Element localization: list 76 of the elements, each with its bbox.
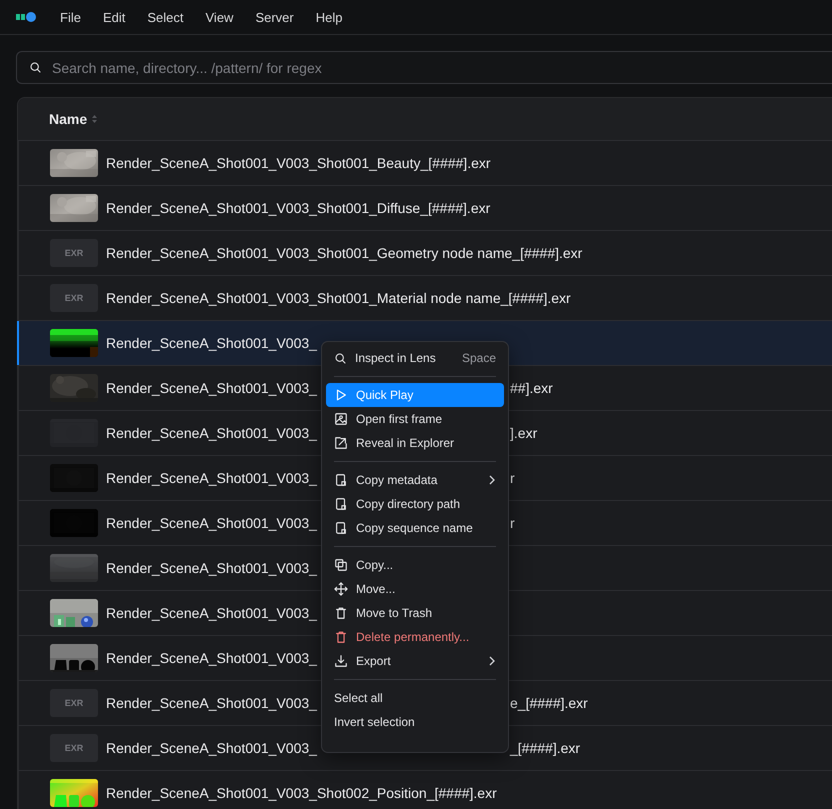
- menu-item[interactable]: Quick Play: [326, 383, 504, 407]
- trash-icon: [334, 606, 348, 620]
- menu-item[interactable]: Invert selection: [326, 710, 504, 734]
- menu-item[interactable]: Select: [138, 6, 192, 28]
- menu-item[interactable]: Move...: [326, 577, 504, 601]
- logo-icon: [16, 12, 37, 22]
- file-name[interactable]: Render_SceneA_Shot001_V003_: [106, 470, 317, 486]
- file-name: ##].exr: [510, 380, 553, 396]
- menu-label: Quick Play: [356, 388, 414, 402]
- file-name[interactable]: Render_SceneA_Shot001_V003_Shot001_Geometry node name_[####].exr: [106, 245, 582, 261]
- menu-label: Delete permanently...: [356, 630, 470, 644]
- external-link-icon: [334, 436, 348, 450]
- image-icon: [334, 412, 348, 426]
- file-name[interactable]: Render_SceneA_Shot001_V003_Shot001_Beauty_[####].exr: [106, 155, 491, 171]
- file-name[interactable]: Render_SceneA_Shot001_V003_: [106, 515, 317, 531]
- file-name[interactable]: Render_SceneA_Shot001_V003_: [106, 425, 317, 441]
- menu-item[interactable]: Copy metadata: [326, 468, 504, 492]
- menu-label: Export: [356, 654, 392, 668]
- file-name[interactable]: Render_SceneA_Shot001_V003_: [106, 740, 317, 756]
- file-name[interactable]: Render_SceneA_Shot001_V003_: [106, 560, 317, 576]
- file-name: r: [510, 470, 515, 486]
- file-type-label: EXR: [64, 293, 84, 303]
- menu-item[interactable]: Open first frame: [326, 407, 504, 431]
- menu-item[interactable]: Copy...: [326, 553, 504, 577]
- menu-item[interactable]: Export: [326, 649, 504, 673]
- clipboard-icon: [334, 473, 348, 487]
- menu-label: Copy sequence name: [356, 521, 474, 535]
- menu-label: Copy...: [356, 558, 394, 572]
- file-name[interactable]: Render_SceneA_Shot001_V003_Shot001_Material node name_[####].exr: [106, 290, 571, 306]
- menu-label: Select all: [334, 691, 384, 705]
- menu-item[interactable]: Copy directory path: [326, 492, 504, 516]
- file-type-label: EXR: [64, 248, 84, 258]
- move-icon: [334, 582, 348, 596]
- file-name[interactable]: Render_SceneA_Shot001_V003_: [106, 380, 317, 396]
- menu-item[interactable]: Reveal in Explorer: [326, 431, 504, 455]
- search-icon: [334, 352, 347, 364]
- clipboard-icon: [334, 497, 348, 511]
- menu-item[interactable]: Copy sequence name: [326, 516, 504, 540]
- file-name[interactable]: Render_SceneA_Shot001_V003_Shot002_Position_[####].exr: [106, 785, 497, 801]
- file-name[interactable]: Render_SceneA_Shot001_V003_: [106, 695, 317, 711]
- file-name[interactable]: Render_SceneA_Shot001_V003_: [106, 605, 317, 621]
- menu-item[interactable]: Delete permanently...: [326, 625, 504, 649]
- column-header[interactable]: Name: [49, 111, 88, 127]
- file-type-label: EXR: [64, 743, 84, 753]
- file-name: _[####].exr: [510, 740, 580, 756]
- file-name: e_[####].exr: [510, 695, 588, 711]
- copy-icon: [334, 558, 348, 572]
- trash-icon: [334, 630, 348, 644]
- menu-item[interactable]: Move to Trash: [326, 601, 504, 625]
- file-name[interactable]: Render_SceneA_Shot001_V003_: [106, 650, 317, 666]
- menu-item[interactable]: File: [51, 6, 90, 28]
- file-name: r: [510, 515, 515, 531]
- file-type-label: EXR: [64, 698, 84, 708]
- sort-icon[interactable]: [91, 114, 98, 124]
- menu-label: Copy metadata: [356, 473, 438, 487]
- menu-item[interactable]: Help: [306, 6, 352, 28]
- menu-label: Reveal in Explorer: [356, 436, 456, 450]
- menu-label: Open first frame: [356, 412, 444, 426]
- menu-label: Invert selection: [334, 715, 416, 729]
- menu-item[interactable]: Select all: [326, 686, 504, 710]
- menu-item[interactable]: Inspect in Lens Space: [326, 346, 504, 370]
- play-icon: [334, 388, 348, 402]
- file-name[interactable]: Render_SceneA_Shot001_V003_: [106, 335, 317, 351]
- search-field[interactable]: Search name, directory... /pattern/ for regex: [16, 51, 832, 84]
- shortcut-label: Space: [462, 351, 496, 365]
- menu-item[interactable]: View: [196, 6, 242, 28]
- menu-item[interactable]: Edit: [94, 6, 134, 28]
- menu-label: Copy directory path: [356, 497, 462, 511]
- download-icon: [334, 654, 348, 668]
- file-name[interactable]: Render_SceneA_Shot001_V003_Shot001_Diffuse_[####].exr: [106, 200, 490, 216]
- file-name: ].exr: [510, 425, 538, 441]
- clipboard-icon: [334, 521, 348, 535]
- menu-label: Move to Trash: [356, 606, 434, 620]
- menu-item[interactable]: Server: [246, 6, 303, 28]
- menu-label: Inspect in Lens: [355, 351, 437, 365]
- menu-label: Move...: [356, 582, 396, 596]
